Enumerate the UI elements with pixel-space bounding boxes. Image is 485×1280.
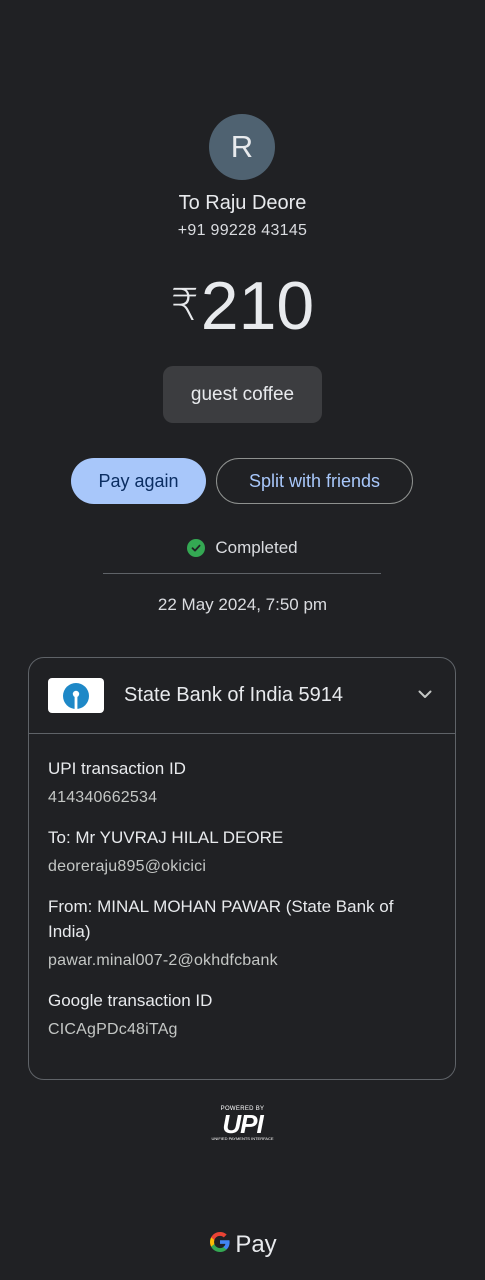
google-transaction-id-field: Google transaction ID CICAgPDc48iTAg (48, 988, 436, 1041)
payee-name: To Raju Deore (178, 192, 307, 214)
upi-logo: POWERED BY UPI UNIFIED PAYMENTS INTERFAC… (0, 1106, 485, 1141)
field-value[interactable]: pawar.minal007-2@okhdfcbank (48, 950, 436, 972)
payee-avatar: R (209, 114, 275, 180)
payee-phone: +91 99228 43145 (177, 222, 308, 239)
amount-value: 210 (200, 268, 315, 344)
transaction-details-card: State Bank of India 5914 UPI transaction… (28, 657, 456, 1080)
details-list: UPI transaction ID 414340662534 To: Mr Y… (29, 734, 455, 1041)
field-label: To: Mr YUVRAJ HILAL DEORE (48, 828, 284, 847)
check-circle-icon (187, 539, 206, 557)
field-label: UPI transaction ID (48, 759, 186, 778)
upi-mark: UPI (222, 1109, 263, 1139)
upi-transaction-id-field: UPI transaction ID 414340662534 (48, 756, 436, 809)
chevron-down-icon[interactable] (417, 686, 433, 707)
payment-note: guest coffee (163, 366, 322, 423)
field-value[interactable]: 414340662534 (48, 787, 436, 809)
upi-subtitle: UNIFIED PAYMENTS INTERFACE (211, 1136, 274, 1141)
split-with-friends-button[interactable]: Split with friends (216, 458, 413, 504)
currency-symbol: ₹ (170, 281, 199, 330)
pay-again-button[interactable]: Pay again (71, 458, 206, 504)
gpay-logo: Pay (0, 1230, 485, 1259)
divider (103, 573, 381, 574)
status-text: Completed (215, 538, 298, 557)
status-row: Completed (0, 538, 485, 558)
recipient-field: To: Mr YUVRAJ HILAL DEORE deoreraju895@o… (48, 825, 436, 878)
gpay-text: Pay (235, 1230, 277, 1258)
bank-account-header[interactable]: State Bank of India 5914 (29, 658, 455, 734)
field-label: From: MINAL MOHAN PAWAR (State Bank of I… (48, 897, 394, 941)
field-value[interactable]: CICAgPDc48iTAg (48, 1019, 436, 1041)
sbi-logo-icon (48, 678, 104, 713)
field-value[interactable]: deoreraju895@okicici (48, 856, 436, 878)
bank-account-name: State Bank of India 5914 (124, 684, 344, 706)
transaction-datetime: 22 May 2024, 7:50 pm (157, 595, 328, 614)
field-label: Google transaction ID (48, 991, 213, 1010)
payment-amount: ₹ 210 (0, 266, 485, 346)
sender-field: From: MINAL MOHAN PAWAR (State Bank of I… (48, 894, 436, 972)
google-g-icon (208, 1230, 232, 1259)
